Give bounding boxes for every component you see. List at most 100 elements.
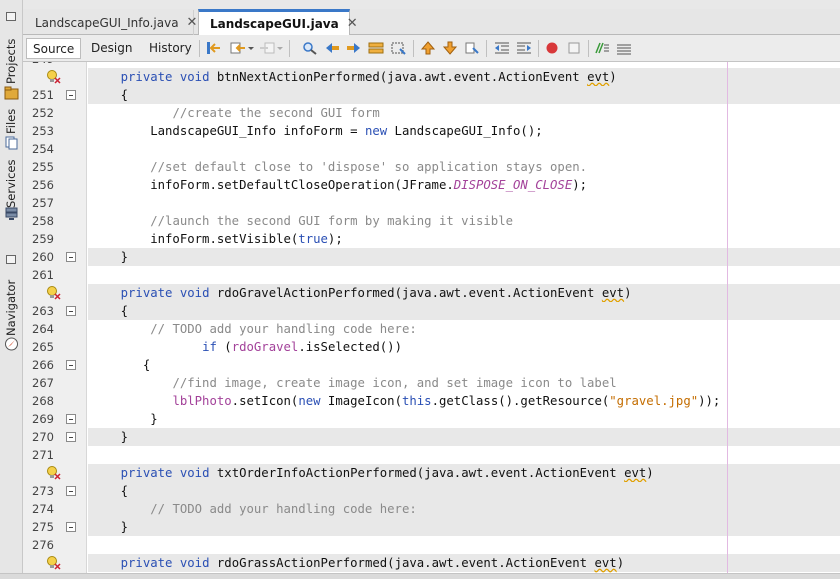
- services-tab[interactable]: Services: [3, 158, 19, 209]
- code-text[interactable]: }: [91, 518, 128, 536]
- line-number: 253: [32, 124, 54, 138]
- code-text[interactable]: {: [91, 356, 150, 374]
- find-next-icon[interactable]: [346, 41, 362, 55]
- code-token: // TODO add your handling code here:: [150, 502, 417, 516]
- code-text[interactable]: {: [91, 86, 128, 104]
- code-token: .getClass().getResource(: [431, 394, 610, 408]
- tab-landscapegui-info[interactable]: LandscapeGUI_Info.java ✕: [24, 10, 197, 35]
- next-bookmark-icon[interactable]: [442, 41, 458, 55]
- toggle-highlight-icon[interactable]: [368, 41, 384, 55]
- code-text[interactable]: private void btnNextActionPerformed(java…: [91, 68, 617, 86]
- code-token: );: [572, 178, 588, 192]
- projects-icon: [4, 86, 19, 100]
- fold-toggle-icon[interactable]: [66, 414, 76, 424]
- code-text[interactable]: private void rdoGravelActionPerformed(ja…: [91, 284, 632, 302]
- line-number: 251: [32, 88, 54, 102]
- stop-macro-recording-icon[interactable]: [566, 41, 582, 55]
- override-hint-bulb-icon[interactable]: [45, 69, 61, 85]
- source-view-button[interactable]: Source: [26, 38, 82, 59]
- line-number: 274: [32, 502, 54, 516]
- code-text[interactable]: lblPhoto.setIcon(new ImageIcon(this.getC…: [91, 392, 720, 410]
- tab-landscapegui[interactable]: LandscapeGUI.java ✕: [198, 9, 358, 35]
- close-icon[interactable]: ✕: [347, 16, 358, 31]
- code-token: rdoGravel: [231, 340, 299, 354]
- code-token: new: [364, 124, 388, 138]
- override-hint-bulb-icon[interactable]: [45, 555, 61, 571]
- override-hint-bulb-icon[interactable]: [45, 285, 61, 301]
- fold-toggle-icon[interactable]: [66, 306, 76, 316]
- shift-line-right-icon[interactable]: [516, 41, 532, 55]
- fold-toggle-icon[interactable]: [66, 360, 76, 370]
- toggle-rectangular-selection-icon[interactable]: [390, 41, 406, 55]
- code-text[interactable]: if (rdoGravel.isSelected()): [91, 338, 402, 356]
- code-text[interactable]: // TODO add your handling code here:: [91, 500, 417, 518]
- restore-window-icon[interactable]: [6, 255, 16, 264]
- code-text[interactable]: // TODO add your handling code here:: [91, 320, 417, 338]
- code-text[interactable]: {: [91, 302, 128, 320]
- code-token: void: [179, 466, 210, 480]
- fold-toggle-icon[interactable]: [66, 522, 76, 532]
- previous-bookmark-icon[interactable]: [420, 41, 436, 55]
- code-token: if: [202, 340, 217, 354]
- line-number: 264: [32, 322, 54, 336]
- code-text[interactable]: infoForm.setDefaultCloseOperation(JFrame…: [91, 176, 587, 194]
- code-text[interactable]: //create the second GUI form: [91, 104, 380, 122]
- code-token: }: [91, 430, 129, 444]
- code-line: 267 //find image, create image icon, and…: [23, 374, 840, 392]
- code-text[interactable]: LandscapeGUI_Info infoForm = new Landsca…: [91, 122, 542, 140]
- code-token: evt: [601, 286, 625, 300]
- code-text[interactable]: {: [91, 482, 128, 500]
- code-line: 276: [23, 536, 840, 554]
- find-previous-icon[interactable]: [324, 41, 340, 55]
- shift-line-left-icon[interactable]: [494, 41, 510, 55]
- code-text[interactable]: }: [91, 428, 128, 446]
- fold-toggle-icon[interactable]: [66, 432, 76, 442]
- fold-toggle-icon[interactable]: [66, 90, 76, 100]
- code-text[interactable]: //find image, create image icon, and set…: [91, 374, 616, 392]
- code-text[interactable]: private void txtOrderInfoActionPerformed…: [91, 464, 654, 482]
- code-text[interactable]: //launch the second GUI form by making i…: [91, 212, 513, 230]
- fold-toggle-icon[interactable]: [66, 252, 76, 262]
- chevron-down-icon[interactable]: [247, 41, 255, 55]
- history-view-button[interactable]: History: [143, 38, 198, 59]
- code-text[interactable]: }: [91, 248, 128, 266]
- comment-icon[interactable]: [594, 41, 610, 55]
- code-token: "gravel.jpg": [609, 394, 699, 408]
- code-text[interactable]: private void rdoGrassActionPerformed(jav…: [91, 554, 624, 572]
- find-icon[interactable]: [302, 41, 318, 55]
- navigator-tab[interactable]: Navigator: [3, 280, 19, 336]
- forward-icon[interactable]: [259, 41, 275, 55]
- code-text[interactable]: }: [91, 410, 158, 428]
- projects-tab[interactable]: Projects: [3, 38, 19, 84]
- code-line: 259 infoForm.setVisible(true);: [23, 230, 840, 248]
- start-macro-recording-icon[interactable]: [544, 41, 560, 55]
- code-token: btnNextActionPerformed(java.awt.event.Ac…: [209, 70, 588, 84]
- override-hint-bulb-icon[interactable]: [45, 465, 61, 481]
- fold-toggle-icon[interactable]: [66, 486, 76, 496]
- files-tab[interactable]: Files: [3, 106, 19, 134]
- code-token: //create the second GUI form: [172, 106, 380, 120]
- code-token: }: [91, 412, 158, 426]
- last-edit-icon[interactable]: [206, 41, 222, 55]
- line-number: 258: [32, 214, 54, 228]
- code-token: infoForm.setDefaultCloseOperation(JFrame…: [91, 178, 454, 192]
- code-editor[interactable]: 249 private void btnNextActionPerformed(…: [23, 62, 840, 573]
- toggle-bookmark-icon[interactable]: [464, 41, 480, 55]
- restore-window-icon[interactable]: [6, 12, 16, 21]
- chevron-down-icon[interactable]: [276, 41, 284, 55]
- code-line: 266 {: [23, 356, 840, 374]
- toolbar-separator: [413, 40, 414, 57]
- back-icon[interactable]: [230, 41, 246, 55]
- close-icon[interactable]: ✕: [187, 15, 198, 30]
- code-text[interactable]: infoForm.setVisible(true);: [91, 230, 343, 248]
- design-view-button[interactable]: Design: [85, 38, 138, 59]
- line-number: 260: [32, 250, 54, 264]
- code-text[interactable]: //set default close to 'dispose' so appl…: [91, 158, 587, 176]
- uncomment-icon[interactable]: [616, 41, 632, 55]
